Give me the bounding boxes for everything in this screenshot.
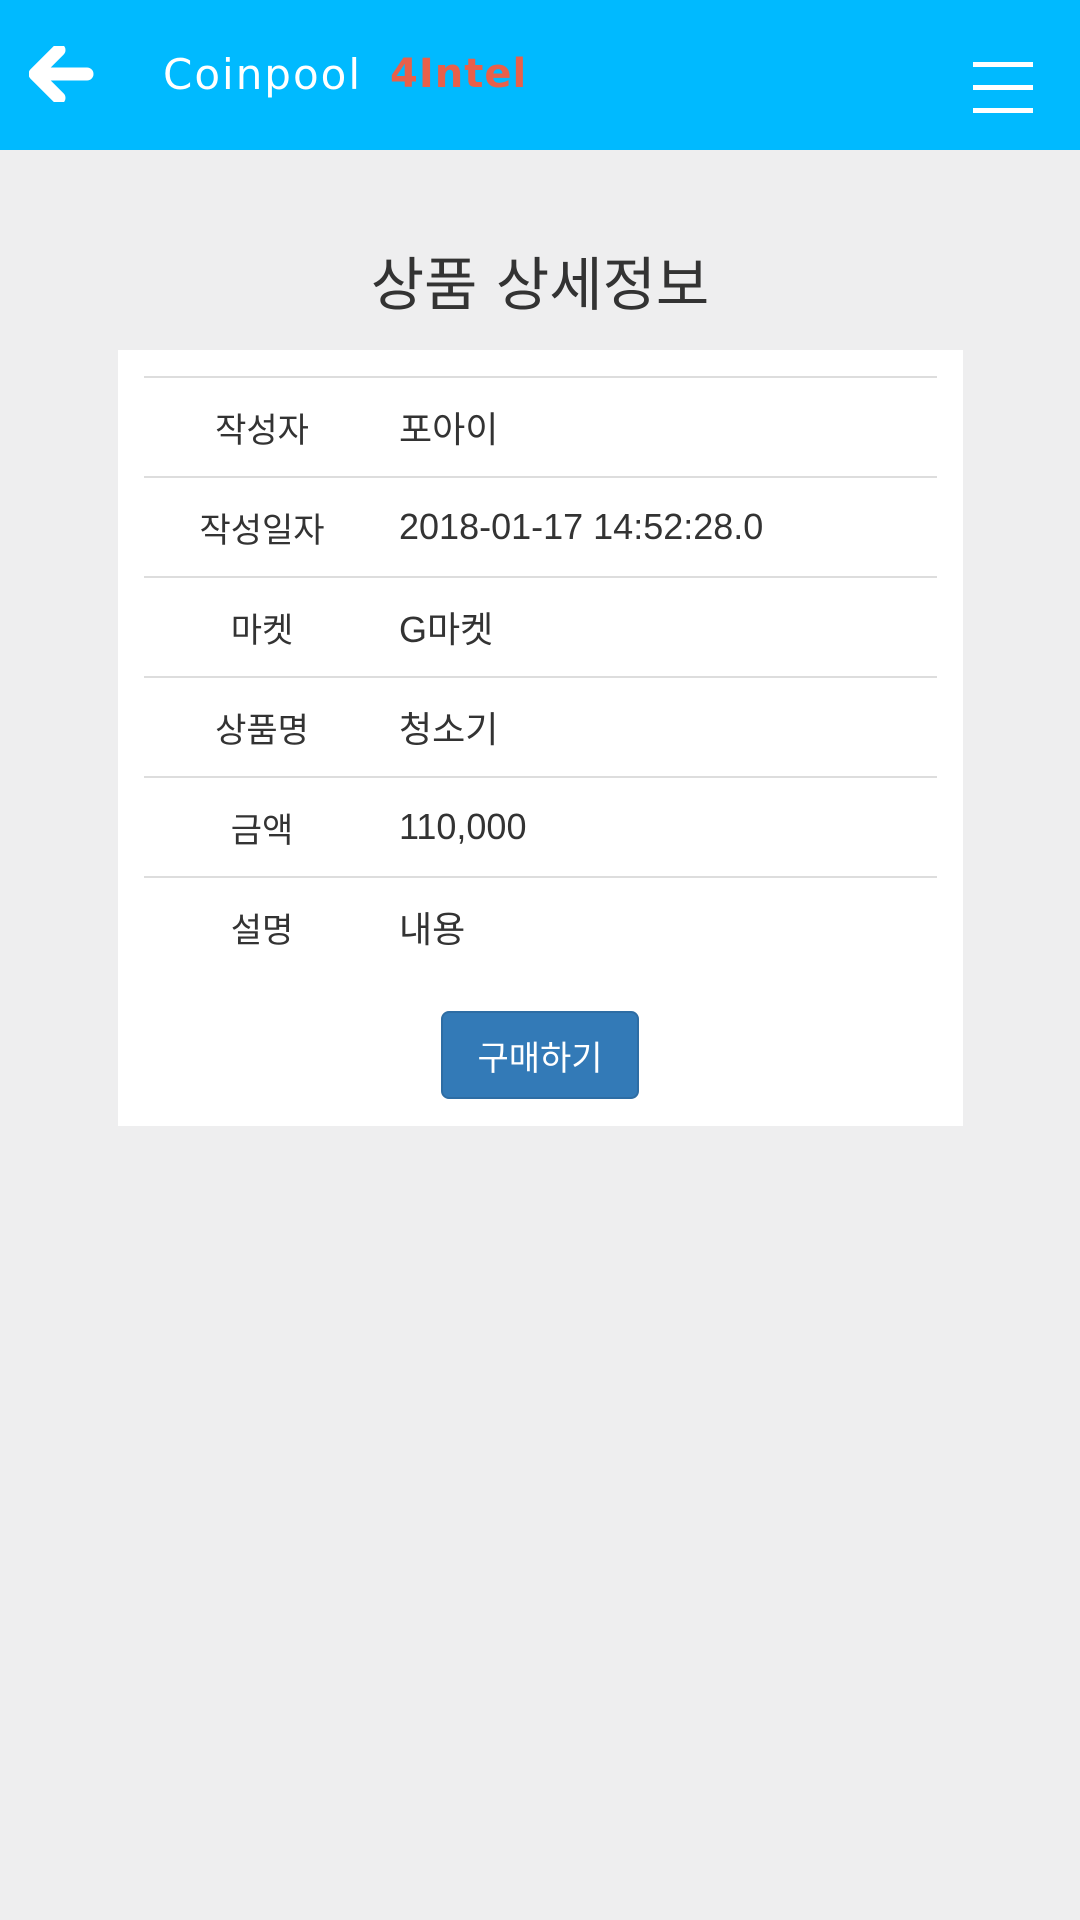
buy-button[interactable]: 구매하기 (441, 1011, 639, 1099)
product-name-label: 상품명 (144, 676, 380, 777)
brand-name: Coinpool (163, 49, 363, 99)
detail-row-description: 설명 내용 (144, 876, 937, 976)
author-value: 포아이 (380, 376, 937, 477)
product-detail-card: 작성자 포아이 작성일자 2018-01-17 14:52:28.0 마켓 G마… (118, 350, 963, 1126)
price-label: 금액 (144, 776, 380, 877)
detail-row-price: 금액 110,000 (144, 776, 937, 877)
product-name-value: 청소기 (380, 676, 937, 777)
detail-row-date: 작성일자 2018-01-17 14:52:28.0 (144, 476, 937, 577)
author-label: 작성자 (144, 376, 380, 477)
page-title: 상품 상세정보 (370, 251, 710, 319)
brand-suffix: 4Intel (390, 51, 528, 97)
back-button[interactable] (22, 38, 102, 110)
description-label: 설명 (144, 876, 380, 976)
hamburger-menu-icon (973, 62, 1033, 113)
market-label: 마켓 (144, 576, 380, 677)
market-value: G마켓 (380, 576, 937, 677)
description-value: 내용 (380, 876, 937, 976)
product-detail-table: 작성자 포아이 작성일자 2018-01-17 14:52:28.0 마켓 G마… (144, 376, 937, 976)
detail-row-product-name: 상품명 청소기 (144, 676, 937, 777)
arrow-left-icon (29, 46, 94, 102)
date-label: 작성일자 (144, 476, 380, 577)
date-value: 2018-01-17 14:52:28.0 (380, 476, 937, 577)
menu-button[interactable] (970, 58, 1036, 118)
detail-row-market: 마켓 G마켓 (144, 576, 937, 677)
brand-logo[interactable]: Coinpool 4Intel (163, 46, 527, 102)
price-value: 110,000 (380, 776, 937, 877)
detail-row-author: 작성자 포아이 (144, 376, 937, 477)
app-header: Coinpool 4Intel (0, 0, 1080, 150)
